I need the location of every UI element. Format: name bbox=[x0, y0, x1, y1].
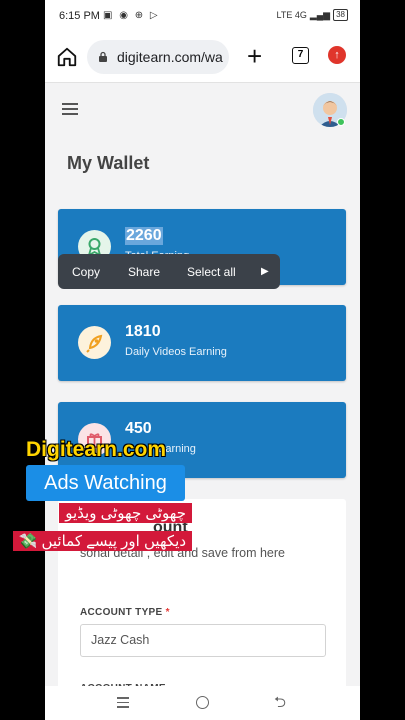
text-selection-menu: Copy Share Select all ▶ bbox=[58, 254, 280, 289]
rocket-icon bbox=[78, 326, 111, 359]
phone-screen: 6:15 PM ▣ ◉ ⊕ ▷ LTE 4G ▂▄▆ 38 digitearn.… bbox=[45, 0, 360, 720]
address-bar[interactable]: digitearn.com/wa bbox=[87, 40, 229, 74]
urdu-caption-line-2: دیکھیں اور پیسے کمائیں 💸 bbox=[12, 531, 192, 551]
account-type-label: ACCOUNT TYPE * bbox=[80, 607, 170, 618]
tab-switcher-button[interactable]: 7 bbox=[292, 47, 309, 64]
browser-toolbar: digitearn.com/wa + 7 ↑ bbox=[45, 32, 360, 82]
daily-videos-earning-value: 1810 bbox=[125, 323, 161, 340]
account-type-select[interactable]: Jazz Cash bbox=[80, 624, 326, 657]
home-icon[interactable] bbox=[56, 46, 78, 68]
battery-icon: 38 bbox=[333, 9, 348, 21]
menu-icon[interactable] bbox=[62, 103, 78, 118]
notification-icons: ▣ ◉ ⊕ ▷ bbox=[103, 10, 160, 21]
urdu-caption: چھوٹی چھوٹی ویڈیو دیکھیں اور پیسے کمائیں… bbox=[12, 503, 192, 558]
new-tab-plus-icon[interactable]: + bbox=[247, 43, 262, 69]
other-earning-value: 450 bbox=[125, 420, 152, 437]
share-menu-item[interactable]: Share bbox=[128, 265, 160, 279]
home-nav-icon[interactable] bbox=[196, 696, 209, 709]
daily-videos-earning-card: 1810 Daily Videos Earning bbox=[58, 305, 346, 381]
wallet-page: My Wallet 2260 Total Earning Copy Share … bbox=[45, 82, 360, 699]
status-bar: 6:15 PM ▣ ◉ ⊕ ▷ LTE 4G ▂▄▆ 38 bbox=[45, 0, 360, 32]
urdu-caption-line-1: چھوٹی چھوٹی ویڈیو bbox=[59, 503, 192, 523]
ads-watching-banner: Ads Watching bbox=[26, 465, 185, 501]
status-time: 6:15 PM bbox=[59, 10, 100, 22]
more-arrow-icon[interactable]: ▶ bbox=[261, 266, 269, 277]
total-earning-value: 2260 bbox=[125, 227, 163, 245]
daily-videos-earning-label: Daily Videos Earning bbox=[125, 346, 227, 358]
page-title: My Wallet bbox=[67, 153, 150, 173]
online-status-dot bbox=[337, 118, 345, 126]
url-text: digitearn.com/wa bbox=[117, 49, 223, 65]
network-label: LTE 4G bbox=[276, 10, 307, 20]
signal-icon: ▂▄▆ bbox=[309, 9, 331, 20]
back-icon[interactable]: ⮌ bbox=[274, 692, 286, 717]
select-all-menu-item[interactable]: Select all bbox=[187, 265, 236, 279]
copy-menu-item[interactable]: Copy bbox=[72, 265, 100, 279]
recent-apps-icon[interactable] bbox=[117, 697, 129, 711]
update-arrow-icon[interactable]: ↑ bbox=[328, 46, 346, 64]
brand-overlay-text: Digitearn.com bbox=[26, 438, 167, 461]
lock-icon bbox=[99, 51, 107, 62]
system-nav-bar: ⮌ bbox=[45, 686, 360, 720]
status-right: LTE 4G ▂▄▆ 38 bbox=[276, 9, 348, 21]
